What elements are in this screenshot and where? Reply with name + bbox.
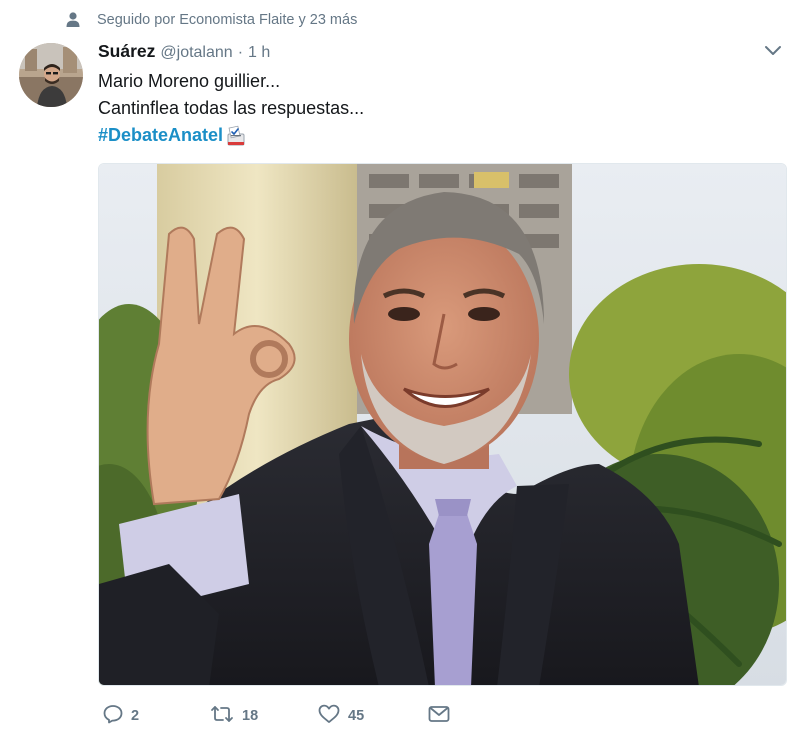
tweet-header: Suárez @jotalann · 1 h <box>98 41 270 63</box>
like-count: 45 <box>348 708 365 724</box>
direct-message-button[interactable] <box>428 704 450 728</box>
envelope-icon <box>428 704 450 729</box>
retweet-icon <box>210 704 234 729</box>
avatar[interactable] <box>19 43 83 107</box>
user-icon <box>66 11 82 29</box>
tweet-text: Mario Moreno guillier... Cantinflea toda… <box>98 68 778 149</box>
hashtag-link[interactable]: #DebateAnatel <box>98 122 247 149</box>
timestamp[interactable]: 1 h <box>248 44 270 62</box>
retweet-button[interactable]: 18 <box>210 704 258 728</box>
heart-icon <box>318 704 340 729</box>
screen-name[interactable]: @jotalann <box>160 44 232 62</box>
tweet-line: Cantinflea todas las respuestas... <box>98 98 365 118</box>
reply-button[interactable]: 2 <box>103 704 139 728</box>
display-name[interactable]: Suárez <box>98 41 155 62</box>
hashtag-text[interactable]: #DebateAnatel <box>98 122 223 149</box>
reply-count: 2 <box>131 708 140 724</box>
like-button[interactable]: 45 <box>318 704 364 728</box>
reply-icon <box>103 704 123 729</box>
time-separator: · <box>237 44 244 61</box>
chevron-down-icon[interactable] <box>764 44 782 58</box>
social-context-text[interactable]: Seguido por Economista Flaite y 23 más <box>97 12 357 28</box>
retweet-count: 18 <box>242 708 259 724</box>
ballot-box-icon <box>225 125 247 147</box>
tweet-photo[interactable] <box>98 163 787 686</box>
tweet-line: Mario Moreno guillier... <box>98 71 281 91</box>
